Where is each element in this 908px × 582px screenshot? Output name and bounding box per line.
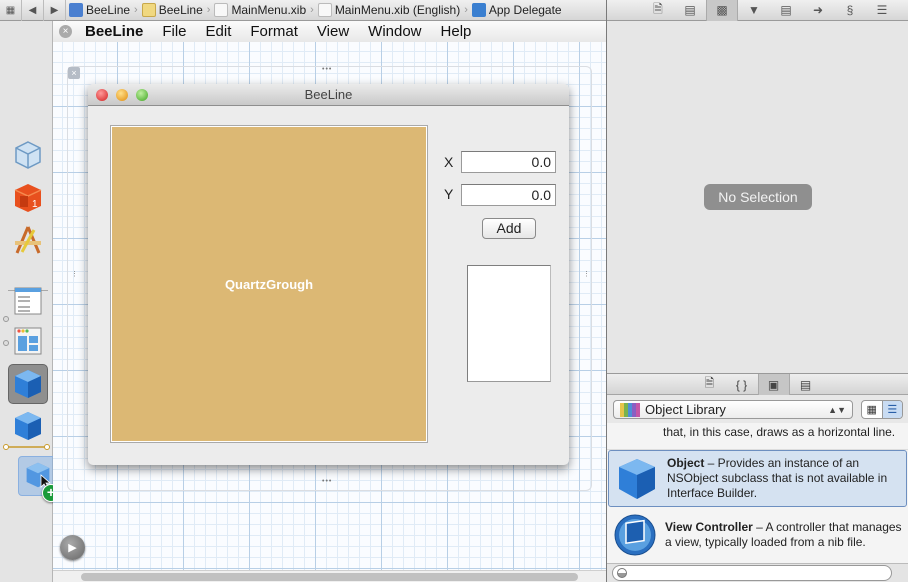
crumb-xib-english[interactable]: MainMenu.xib (English): [315, 3, 463, 17]
font-manager-object-icon[interactable]: [12, 410, 44, 442]
menu-window[interactable]: Window: [368, 23, 421, 40]
simulate-play-button[interactable]: ▶: [60, 535, 85, 560]
size-inspector-tab[interactable]: ▤: [770, 0, 802, 21]
project-icon: [69, 3, 83, 17]
scroll-thumb[interactable]: [81, 573, 578, 581]
library-books-icon: [620, 402, 640, 417]
menu-edit[interactable]: Edit: [206, 23, 232, 40]
library-toolbar: Object Library ▲▼ ▦ ☰: [607, 395, 908, 423]
library-filter-bar: [607, 563, 908, 582]
resize-handle[interactable]: ⋮: [71, 270, 79, 278]
view-mode-toggle: ▦ ☰: [861, 400, 903, 419]
list-item-object[interactable]: Object – Provides an instance of an NSOb…: [608, 450, 907, 507]
related-items-icon[interactable]: ▦: [0, 0, 22, 21]
disclosure-dot[interactable]: [3, 340, 9, 346]
identity-inspector-tab[interactable]: ▩: [706, 0, 738, 21]
crumb-xib[interactable]: MainMenu.xib: [211, 3, 309, 17]
inspector-selector-bar: 🗎 ▤ ▩ ▼ ▤ ➜ § ☰: [607, 0, 908, 21]
no-selection-label: No Selection: [704, 184, 812, 210]
beeline-window[interactable]: BeeLine QuartzGrough X 0.0 Y 0.0 Add: [88, 84, 569, 465]
icon-view-button[interactable]: ▦: [862, 401, 882, 418]
close-window-icon[interactable]: [96, 89, 108, 101]
quick-help-tab[interactable]: ▤: [674, 0, 706, 21]
object-library-list[interactable]: that, in this case, draws as a horizonta…: [607, 423, 908, 564]
menu-view[interactable]: View: [317, 23, 349, 40]
horizontal-scrollbar[interactable]: [53, 570, 606, 582]
close-frame-icon[interactable]: ×: [68, 67, 80, 79]
object-cube-icon: [471, 3, 486, 17]
filter-icon: [617, 568, 627, 578]
file-template-library-tab[interactable]: 🗎: [694, 374, 726, 395]
table-view[interactable]: [467, 265, 551, 382]
y-field[interactable]: 0.0: [461, 184, 556, 206]
library-search-field[interactable]: [612, 565, 892, 581]
list-view-button[interactable]: ☰: [881, 401, 902, 418]
main-menu-icon[interactable]: [14, 286, 42, 316]
list-item-fragment: that, in this case, draws as a horizonta…: [607, 423, 908, 450]
code-snippet-library-tab[interactable]: { }: [726, 374, 758, 395]
menu-format[interactable]: Format: [250, 23, 298, 40]
resize-handle[interactable]: ⋮: [583, 270, 591, 278]
resize-handle[interactable]: •••: [322, 478, 332, 485]
x-label: X: [444, 154, 454, 170]
quartz-grough-custom-view[interactable]: QuartzGrough: [110, 125, 428, 443]
back-button[interactable]: ◀: [22, 0, 44, 21]
application-icon[interactable]: [12, 224, 44, 256]
x-field[interactable]: 0.0: [461, 151, 556, 173]
attributes-inspector-tab[interactable]: ▼: [738, 0, 770, 21]
y-label: Y: [444, 186, 454, 202]
file-inspector-tab[interactable]: 🗎: [642, 0, 674, 21]
svg-text:1: 1: [32, 199, 38, 210]
crumb-app-delegate[interactable]: App Delegate: [469, 3, 565, 17]
xib-file-icon: [214, 3, 229, 17]
minimize-window-icon[interactable]: [116, 89, 128, 101]
app-delegate-object-icon[interactable]: [12, 368, 44, 400]
menu-file[interactable]: File: [162, 23, 186, 40]
document-outline-dock: 1 +: [0, 21, 60, 582]
media-library-tab[interactable]: ▤: [790, 374, 822, 395]
view-controller-icon: [614, 514, 656, 556]
effects-inspector-tab[interactable]: ☰: [866, 0, 898, 21]
connection-line-icon: [3, 444, 50, 450]
disclosure-dot[interactable]: [3, 316, 9, 322]
window-icon[interactable]: [14, 326, 42, 356]
bindings-inspector-tab[interactable]: §: [834, 0, 866, 21]
object-library-tab[interactable]: ▣: [757, 374, 790, 395]
window-titlebar[interactable]: BeeLine: [88, 84, 569, 106]
folder-icon: [141, 3, 156, 17]
forward-button[interactable]: ▶: [44, 0, 66, 21]
popup-arrows-icon: ▲▼: [828, 404, 846, 415]
xib-file-icon: [317, 3, 332, 17]
first-responder-icon[interactable]: 1: [12, 182, 44, 214]
jump-bar: ▦ ◀ ▶ BeeLine › BeeLine › MainMenu.xib › Ma…: [0, 0, 606, 21]
menu-app[interactable]: BeeLine: [85, 23, 143, 40]
library-selector-bar: 🗎 { } ▣ ▤: [607, 373, 908, 395]
close-menu-icon[interactable]: ×: [59, 25, 72, 38]
zoom-window-icon[interactable]: [136, 89, 148, 101]
resize-handle[interactable]: •••: [322, 66, 332, 73]
connections-inspector-tab[interactable]: ➜: [802, 0, 834, 21]
crumb-group[interactable]: BeeLine: [139, 3, 206, 17]
object-cube-icon: [619, 458, 655, 499]
files-owner-icon[interactable]: [12, 139, 44, 171]
menu-help[interactable]: Help: [441, 23, 472, 40]
add-button[interactable]: Add: [482, 218, 536, 239]
app-main-menu: × BeeLine File Edit Format View Window H…: [53, 21, 606, 43]
list-item-view-controller[interactable]: View Controller – A controller that mana…: [607, 507, 908, 564]
crumb-project[interactable]: BeeLine: [66, 3, 133, 17]
library-popup[interactable]: Object Library ▲▼: [613, 400, 853, 419]
window-title: BeeLine: [304, 87, 353, 102]
inspector-pane: No Selection: [607, 21, 908, 373]
